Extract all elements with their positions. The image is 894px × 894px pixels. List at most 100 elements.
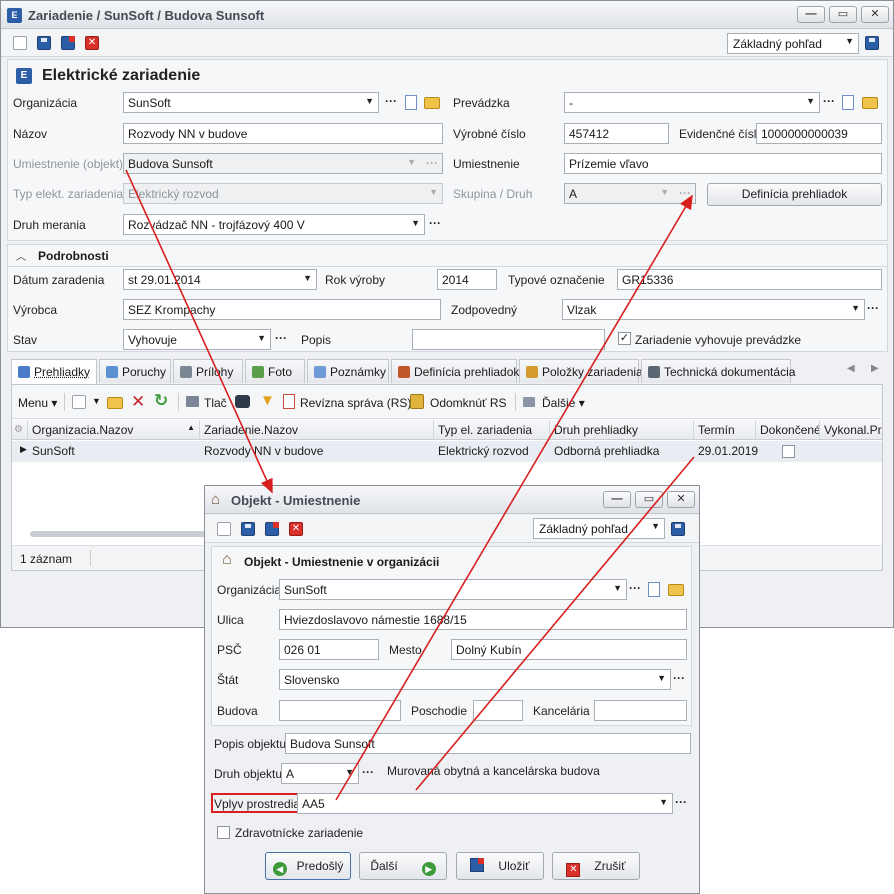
tab-scroll-right-icon[interactable]: ▶ [871, 363, 879, 374]
dialog-minimize-button[interactable]: — [603, 491, 631, 508]
grid-settings-icon[interactable]: ⚙ [12, 420, 28, 440]
new-icon[interactable] [217, 522, 231, 536]
umiestnenie-input[interactable]: Prízemie vľavo [564, 153, 882, 174]
nazov-input[interactable]: Rozvody NN v budove [123, 123, 443, 144]
popis-input[interactable] [412, 329, 605, 350]
cancel-icon[interactable]: ✕ [289, 522, 303, 536]
prevadzka-new-icon[interactable] [842, 95, 854, 110]
view-select[interactable]: Základný pohľad ▼ [727, 33, 859, 54]
stat-combo[interactable]: Slovensko ▼ [279, 669, 671, 690]
table-row[interactable]: ▶ SunSoft Rozvody NN v budove Elektrický… [12, 441, 882, 462]
col-organizacia[interactable]: Organizacia.Nazov ▲ [28, 420, 200, 440]
datum-input[interactable]: st 29.01.2014 ▼ [123, 269, 317, 290]
dalsie-button[interactable]: Ďalšie ▾ [542, 396, 585, 410]
tab-poruchy[interactable]: Poruchy [99, 359, 171, 383]
dalsi-button[interactable]: Ďalší ▶ [359, 852, 447, 880]
tab-prilohy[interactable]: Prílohy [173, 359, 243, 383]
open-folder-icon[interactable] [107, 397, 123, 409]
umiestnenie-browse-button[interactable]: ··· [426, 156, 438, 170]
umiestnenie-objekt-combo[interactable]: Budova Sunsoft ▼ ··· [123, 153, 443, 174]
d-organizacia-browse-button[interactable]: ··· [629, 581, 641, 595]
organizacia-combo[interactable]: SunSoft ▼ [123, 92, 379, 113]
vyrobca-input[interactable]: SEZ Krompachy [123, 299, 441, 320]
druh-merania-browse-button[interactable]: ··· [429, 216, 441, 230]
collapse-icon[interactable]: ︿ [16, 248, 26, 263]
tab-scroll-left-icon[interactable]: ◀ [847, 363, 855, 374]
report-icon[interactable] [283, 394, 295, 409]
cancel-icon[interactable]: ✕ [85, 36, 99, 50]
vplyv-browse-button[interactable]: ··· [675, 795, 687, 809]
col-termin[interactable]: Termín [694, 420, 756, 440]
skupina-browse-button[interactable]: ··· [679, 186, 691, 200]
save-icon[interactable] [241, 522, 255, 536]
close-button[interactable]: ✕ [861, 6, 889, 23]
stav-combo[interactable]: Vyhovuje ▼ [123, 329, 271, 350]
tab-foto[interactable]: Foto [245, 359, 305, 383]
print-icon[interactable] [186, 396, 199, 407]
minimize-button[interactable]: — [797, 6, 825, 23]
save-icon[interactable] [37, 36, 51, 50]
odomknut-button[interactable]: Odomknúť RS [430, 396, 507, 410]
d-organizacia-combo[interactable]: SunSoft ▼ [279, 579, 627, 600]
druh-objektu-browse-button[interactable]: ··· [362, 765, 374, 779]
dialog-view-select[interactable]: Základný pohľad ▼ [533, 518, 665, 539]
organizacia-browse-button[interactable]: ··· [385, 94, 397, 108]
print-label[interactable]: Tlač [204, 396, 227, 410]
dialog-maximize-button[interactable]: ▭ [635, 491, 663, 508]
tab-polozky-zariadenia[interactable]: Položky zariadenia [519, 359, 643, 383]
zodpovedny-combo[interactable]: Vlzak ▼ [562, 299, 865, 320]
binoculars-icon[interactable] [235, 395, 250, 408]
zrusit-button[interactable]: ✕ Zrušiť [552, 852, 640, 880]
kancelaria-input[interactable] [594, 700, 687, 721]
ulozit-button[interactable]: Uložiť [456, 852, 544, 880]
col-druh[interactable]: Druh prehliadky [550, 420, 694, 440]
col-typ[interactable]: Typ el. zariadenia [434, 420, 550, 440]
col-vykonal[interactable]: Vykonal.Prie [820, 420, 882, 440]
vplyv-combo[interactable]: AA5 ▼ [297, 793, 673, 814]
zodpovedny-browse-button[interactable]: ··· [867, 301, 879, 315]
stav-browse-button[interactable]: ··· [275, 331, 287, 345]
organizacia-new-icon[interactable] [405, 95, 417, 110]
organizacia-open-icon[interactable] [424, 97, 440, 109]
zdravotnicke-checkbox[interactable] [217, 826, 230, 839]
psc-input[interactable]: 026 01 [279, 639, 379, 660]
vyhovuje-checkbox[interactable]: ✓ [618, 332, 631, 345]
new-icon[interactable] [13, 36, 27, 50]
delete-icon[interactable]: ✕ [131, 392, 145, 412]
horizontal-scrollbar[interactable] [30, 531, 222, 537]
prevadzka-open-icon[interactable] [862, 97, 878, 109]
revizna-sprava-button[interactable]: Revízna správa (RS) [300, 396, 411, 410]
d-organizacia-new-icon[interactable] [648, 582, 660, 597]
save-view-icon[interactable] [671, 522, 685, 536]
ulica-input[interactable]: Hviezdoslavovo námestie 1688/15 [279, 609, 687, 630]
budova-input[interactable] [279, 700, 401, 721]
rok-input[interactable]: 2014 [437, 269, 497, 290]
stat-browse-button[interactable]: ··· [673, 671, 685, 685]
vyrobne-cislo-input[interactable]: 457412 [564, 123, 669, 144]
typove-input[interactable]: GR15336 [617, 269, 882, 290]
mesto-input[interactable]: Dolný Kubín [451, 639, 687, 660]
new-dropdown-icon[interactable]: ▼ [92, 396, 101, 406]
prevadzka-browse-button[interactable]: ··· [823, 94, 835, 108]
definicia-prehliadok-button[interactable]: Definícia prehliadok [707, 183, 882, 206]
new-record-icon[interactable] [72, 395, 86, 409]
predosly-button[interactable]: ◀ Predošlý [265, 852, 351, 880]
druh-merania-combo[interactable]: Rozvádzač NN - trojfázový 400 V ▼ [123, 214, 425, 235]
maximize-button[interactable]: ▭ [829, 6, 857, 23]
skupina-combo[interactable]: A ▼ ··· [564, 183, 696, 204]
d-organizacia-open-icon[interactable] [668, 584, 684, 596]
cell-dokoncene-checkbox[interactable] [782, 445, 795, 458]
druh-objektu-combo[interactable]: A ▼ [281, 763, 359, 784]
tab-technicka-dokumentacia[interactable]: Technická dokumentácia [641, 359, 795, 383]
save-view-icon[interactable] [865, 36, 879, 50]
poschodie-input[interactable] [473, 700, 523, 721]
save-close-icon[interactable] [61, 36, 75, 50]
evidencne-cislo-input[interactable]: 1000000000039 [756, 123, 882, 144]
refresh-icon[interactable]: ↻ [154, 391, 168, 411]
save-close-icon[interactable] [265, 522, 279, 536]
filter-icon[interactable]: ▼ [260, 392, 275, 409]
prevadzka-combo[interactable]: - ▼ [564, 92, 820, 113]
more-icon[interactable] [523, 397, 535, 407]
col-zariadenie[interactable]: Zariadenie.Nazov [200, 420, 434, 440]
dialog-close-button[interactable]: ✕ [667, 491, 695, 508]
